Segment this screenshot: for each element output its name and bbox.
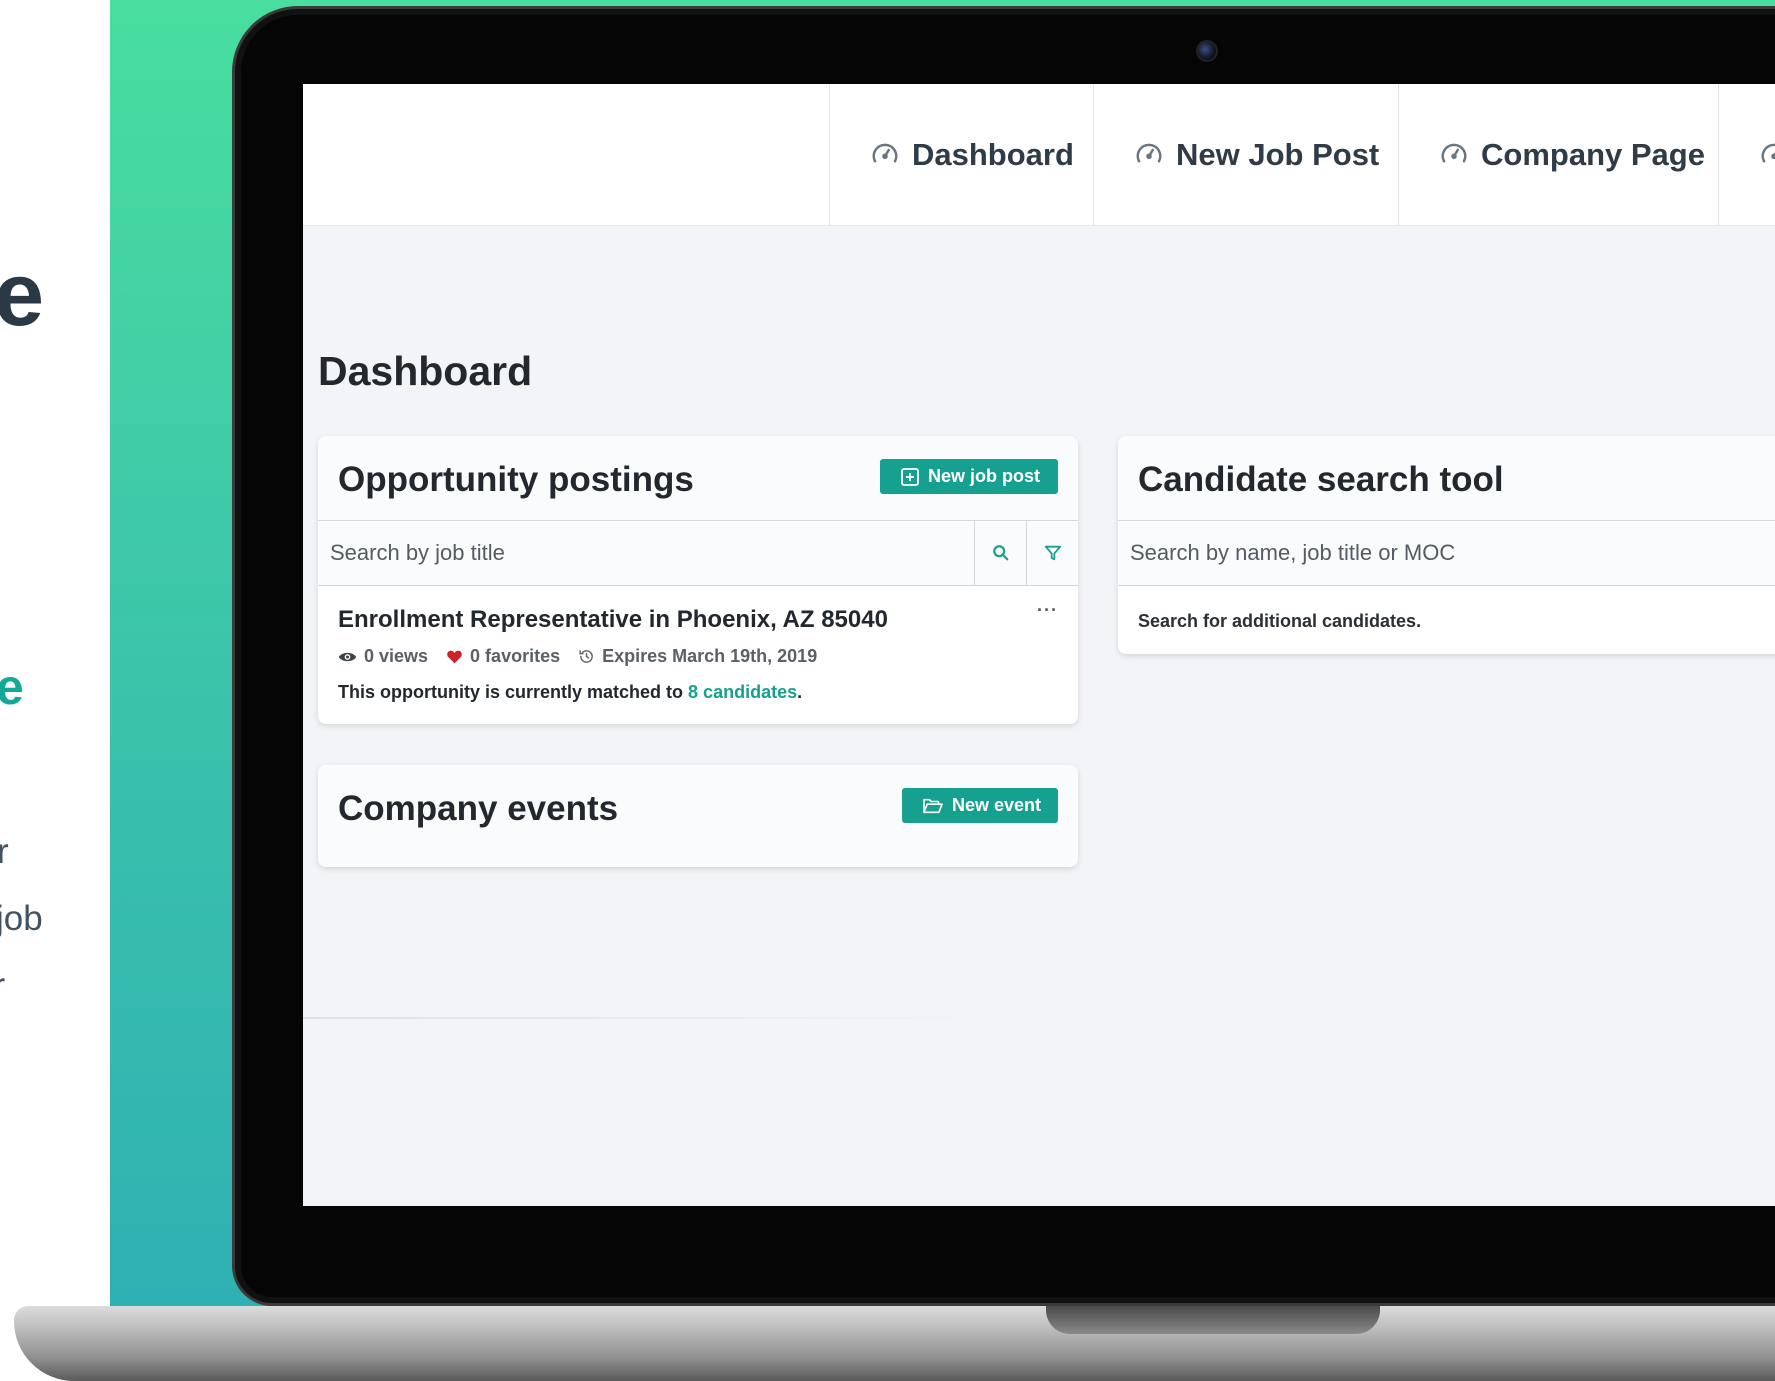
folder-open-icon bbox=[923, 798, 943, 813]
nav-label: Company Page bbox=[1481, 137, 1705, 172]
views-stat: 0 views bbox=[338, 646, 428, 667]
job-posting-title[interactable]: Enrollment Representative in Phoenix, AZ… bbox=[338, 606, 888, 634]
matched-candidates-link[interactable]: 8 candidates bbox=[688, 682, 797, 702]
speedometer-icon bbox=[1441, 143, 1467, 163]
button-label: New event bbox=[952, 795, 1042, 815]
card-title: Company events bbox=[338, 789, 619, 828]
filter-button[interactable] bbox=[1026, 521, 1078, 585]
search-icon bbox=[992, 545, 1008, 561]
laptop-hinge-notch bbox=[1046, 1306, 1380, 1334]
candidate-search-bar bbox=[1118, 520, 1775, 586]
heart-icon bbox=[447, 650, 462, 664]
divider bbox=[303, 1017, 1003, 1019]
search-button[interactable] bbox=[974, 521, 1026, 585]
promo-line: ur bbox=[0, 952, 43, 1019]
card-title: Opportunity postings bbox=[338, 460, 694, 499]
job-search-bar bbox=[318, 520, 1078, 586]
new-event-button[interactable]: New event bbox=[902, 788, 1058, 823]
speedometer-icon bbox=[1761, 143, 1775, 163]
card-title: Candidate search tool bbox=[1138, 460, 1504, 499]
match-summary: This opportunity is currently matched to… bbox=[338, 682, 802, 703]
promo-paragraph: r job ur bbox=[0, 818, 43, 1019]
promo-line: job bbox=[0, 899, 43, 938]
expiry-date: Expires March 19th, 2019 bbox=[602, 646, 818, 666]
button-label: New job post bbox=[928, 466, 1040, 486]
nav-item-cutoff[interactable] bbox=[1718, 84, 1775, 226]
opportunity-postings-card: Opportunity postings New job post Enroll… bbox=[318, 436, 1078, 724]
webcam-icon bbox=[1196, 40, 1218, 62]
favorites-count: 0 favorites bbox=[470, 646, 561, 666]
job-title-search-input[interactable] bbox=[318, 521, 974, 585]
company-events-card: Company events New event bbox=[318, 765, 1078, 867]
promo-accent-fragment: e bbox=[0, 659, 24, 715]
promo-panel: e e r job ur bbox=[0, 0, 110, 1381]
views-count: 0 views bbox=[364, 646, 429, 666]
candidate-search-input[interactable] bbox=[1118, 521, 1775, 585]
nav-item-new-job-post[interactable]: New Job Post bbox=[1093, 84, 1398, 226]
speedometer-icon bbox=[872, 143, 898, 163]
match-text: This opportunity is currently matched to bbox=[338, 682, 689, 702]
plus-square-icon bbox=[901, 467, 919, 486]
favorites-stat: 0 favorites bbox=[446, 646, 560, 667]
promo-headline-fragment: e bbox=[0, 245, 45, 345]
page-title: Dashboard bbox=[318, 348, 533, 394]
top-navigation: Dashboard New Job Post Company Page bbox=[303, 84, 1775, 226]
match-suffix: . bbox=[797, 682, 803, 702]
filter-icon bbox=[1044, 545, 1061, 561]
history-icon bbox=[579, 650, 593, 663]
nav-label: Dashboard bbox=[912, 137, 1074, 172]
eye-icon bbox=[338, 652, 357, 661]
promo-line: r bbox=[0, 832, 9, 871]
new-job-post-button[interactable]: New job post bbox=[880, 459, 1058, 494]
nav-item-dashboard[interactable]: Dashboard bbox=[829, 84, 1093, 226]
candidate-search-hint: Search for additional candidates. bbox=[1138, 611, 1422, 631]
nav-item-company-page[interactable]: Company Page bbox=[1398, 84, 1718, 226]
more-options-button[interactable]: ··· bbox=[1037, 600, 1058, 621]
laptop-screen: Dashboard New Job Post Company Page Dash… bbox=[303, 84, 1775, 1206]
job-meta: 0 views 0 favorites Expires March 19th, … bbox=[338, 646, 835, 667]
laptop-base bbox=[14, 1306, 1775, 1381]
nav-label: New Job Post bbox=[1176, 137, 1380, 172]
expiry-stat: Expires March 19th, 2019 bbox=[578, 646, 817, 667]
speedometer-icon bbox=[1136, 143, 1162, 163]
candidate-search-card: Candidate search tool Search for additio… bbox=[1118, 436, 1775, 654]
